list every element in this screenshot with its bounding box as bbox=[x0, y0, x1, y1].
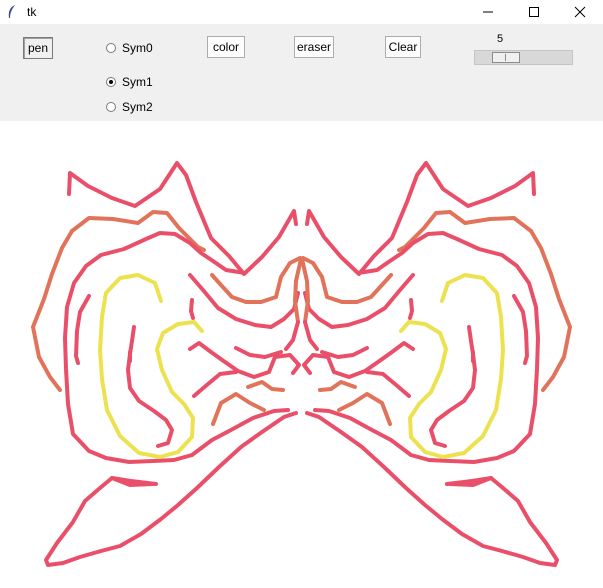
stroke bbox=[188, 341, 301, 379]
radio-sym1-label: Sym1 bbox=[122, 75, 153, 89]
stroke bbox=[74, 294, 91, 365]
left-half-strokes bbox=[31, 161, 303, 567]
toolbar: pen Sym0 Sym1 Sym2 color eraser Clear 5 bbox=[0, 24, 603, 121]
right-half-strokes bbox=[300, 161, 572, 567]
radio-sym2-label: Sym2 bbox=[122, 100, 153, 114]
pen-button[interactable]: pen bbox=[23, 37, 53, 59]
stroke bbox=[445, 476, 493, 486]
stroke bbox=[302, 341, 415, 379]
close-icon bbox=[574, 6, 586, 18]
window-title: tk bbox=[27, 5, 37, 19]
stroke bbox=[320, 346, 369, 359]
stroke bbox=[189, 298, 195, 320]
radio-sym0[interactable]: Sym0 bbox=[106, 41, 153, 55]
stroke bbox=[512, 294, 529, 365]
stroke bbox=[211, 392, 266, 426]
radio-sym1[interactable]: Sym1 bbox=[106, 75, 153, 89]
stroke bbox=[337, 392, 392, 426]
brush-size-slider[interactable] bbox=[474, 50, 573, 65]
scale-value: 5 bbox=[497, 33, 504, 45]
stroke bbox=[303, 320, 319, 351]
stroke bbox=[399, 273, 505, 459]
drawing-strokes bbox=[31, 161, 572, 567]
radio-sym0-label: Sym0 bbox=[122, 41, 153, 55]
color-button[interactable]: color bbox=[207, 36, 245, 58]
radio-sym1-indicator[interactable] bbox=[106, 77, 116, 87]
stroke bbox=[429, 325, 477, 448]
stroke bbox=[300, 257, 310, 324]
eraser-button[interactable]: eraser bbox=[294, 36, 334, 58]
stroke bbox=[110, 476, 158, 486]
slider-thumb[interactable] bbox=[492, 52, 520, 63]
radio-sym2[interactable]: Sym2 bbox=[106, 100, 153, 114]
maximize-button[interactable] bbox=[511, 0, 557, 24]
stroke bbox=[98, 273, 204, 459]
stroke bbox=[408, 298, 414, 320]
stroke bbox=[192, 370, 238, 398]
stroke bbox=[126, 325, 174, 448]
stroke bbox=[284, 320, 300, 351]
drawing-canvas[interactable] bbox=[0, 121, 603, 588]
title-bar: tk bbox=[0, 0, 603, 24]
radio-sym2-indicator[interactable] bbox=[106, 102, 116, 112]
stroke bbox=[246, 380, 285, 392]
maximize-icon bbox=[529, 7, 539, 17]
tk-feather-icon bbox=[8, 5, 15, 18]
stroke bbox=[234, 346, 283, 359]
stroke bbox=[293, 257, 303, 324]
clear-button[interactable]: Clear bbox=[385, 36, 421, 58]
stroke bbox=[365, 370, 411, 398]
minimize-button[interactable] bbox=[465, 0, 511, 24]
minimize-icon bbox=[483, 11, 493, 13]
close-button[interactable] bbox=[557, 0, 603, 24]
radio-sym0-indicator[interactable] bbox=[106, 43, 116, 53]
stroke bbox=[318, 380, 357, 392]
